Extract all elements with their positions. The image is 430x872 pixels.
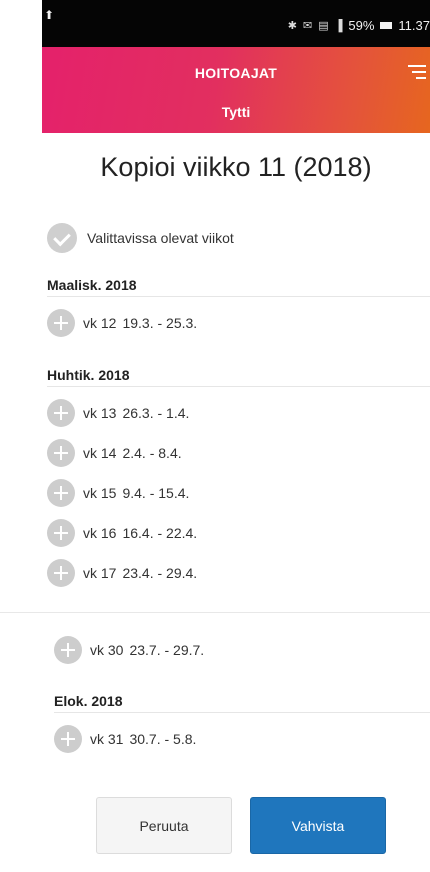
- section-divider: [0, 612, 430, 613]
- week-number: vk 12: [83, 315, 117, 331]
- month-header: Huhtik. 2018: [47, 367, 130, 383]
- add-week-icon[interactable]: [54, 636, 82, 664]
- battery-percent: 59%: [348, 18, 375, 33]
- week-number: vk 15: [83, 485, 117, 501]
- status-bar: ⬆ ✱ ✉ ▤ ▐ 59% 11.37: [42, 0, 430, 47]
- battery-icon: [380, 22, 393, 29]
- add-week-icon[interactable]: [54, 725, 82, 753]
- bluetooth-icon: ✱: [287, 20, 297, 32]
- week-number: vk 13: [83, 405, 117, 421]
- confirm-button[interactable]: Vahvista: [250, 797, 386, 854]
- network-icon: ▤: [318, 20, 329, 32]
- month-group-march: Maalisk. 2018 vk 12 19.3. - 25.3.: [47, 274, 430, 343]
- check-icon: [47, 223, 77, 253]
- divider: [54, 712, 430, 713]
- week-number: vk 17: [83, 565, 117, 581]
- week-row[interactable]: vk 15 9.4. - 15.4.: [47, 473, 430, 513]
- signal-icon: ▐: [334, 19, 343, 32]
- month-header: Maalisk. 2018: [47, 277, 137, 293]
- left-margin: [0, 0, 42, 872]
- week-range: 2.4. - 8.4.: [122, 445, 182, 461]
- week-row[interactable]: vk 12 19.3. - 25.3.: [47, 303, 430, 343]
- week-range: 30.7. - 5.8.: [129, 731, 197, 747]
- month-group-august: Elok. 2018 vk 31 30.7. - 5.8.: [54, 690, 430, 759]
- mute-icon: ✉: [302, 20, 313, 32]
- week-number: vk 30: [90, 642, 124, 658]
- app-header: HOITOAJAT Tytti: [42, 47, 430, 133]
- week-number: vk 14: [83, 445, 117, 461]
- week-range: 19.3. - 25.3.: [122, 315, 198, 331]
- month-header: Elok. 2018: [54, 693, 123, 709]
- child-name[interactable]: Tytti: [42, 104, 430, 120]
- legend-label: Valittavissa olevat viikot: [87, 230, 234, 246]
- week-row[interactable]: vk 13 26.3. - 1.4.: [47, 393, 430, 433]
- clock: 11.37: [398, 18, 430, 33]
- month-group-april: Huhtik. 2018 vk 13 26.3. - 1.4. vk 14 2.…: [47, 364, 430, 593]
- add-week-icon[interactable]: [47, 479, 75, 507]
- add-week-icon[interactable]: [47, 519, 75, 547]
- week-row[interactable]: vk 17 23.4. - 29.4.: [47, 553, 430, 593]
- week-number: vk 16: [83, 525, 117, 541]
- week-range: 16.4. - 22.4.: [122, 525, 198, 541]
- week-row[interactable]: vk 30 23.7. - 29.7.: [54, 630, 430, 670]
- week-range: 23.7. - 29.7.: [129, 642, 205, 658]
- page-title: Kopioi viikko 11 (2018): [100, 152, 372, 182]
- status-icons: ✱ ✉ ▤ ▐ 59% 11.37: [288, 18, 430, 33]
- hamburger-icon[interactable]: [408, 65, 426, 79]
- week-range: 23.4. - 29.4.: [122, 565, 198, 581]
- header-title: HOITOAJAT: [194, 65, 278, 81]
- add-week-icon[interactable]: [47, 399, 75, 427]
- week-range: 9.4. - 15.4.: [122, 485, 190, 501]
- divider: [47, 296, 430, 297]
- week-row[interactable]: vk 14 2.4. - 8.4.: [47, 433, 430, 473]
- divider: [47, 386, 430, 387]
- add-week-icon[interactable]: [47, 309, 75, 337]
- add-week-icon[interactable]: [47, 439, 75, 467]
- app-screen: ⬆ ✱ ✉ ▤ ▐ 59% 11.37 HOITOAJAT Tytti Kopi…: [0, 0, 430, 872]
- week-row[interactable]: vk 16 16.4. - 22.4.: [47, 513, 430, 553]
- add-week-icon[interactable]: [47, 559, 75, 587]
- week-number: vk 31: [90, 731, 124, 747]
- cancel-button[interactable]: Peruuta: [96, 797, 232, 854]
- available-weeks-legend: Valittavissa olevat viikot: [47, 223, 234, 253]
- notification-icon: ⬆: [44, 8, 55, 22]
- week-row[interactable]: vk 31 30.7. - 5.8.: [54, 719, 430, 759]
- week-range: 26.3. - 1.4.: [122, 405, 190, 421]
- month-group-july: vk 30 23.7. - 29.7.: [54, 630, 430, 670]
